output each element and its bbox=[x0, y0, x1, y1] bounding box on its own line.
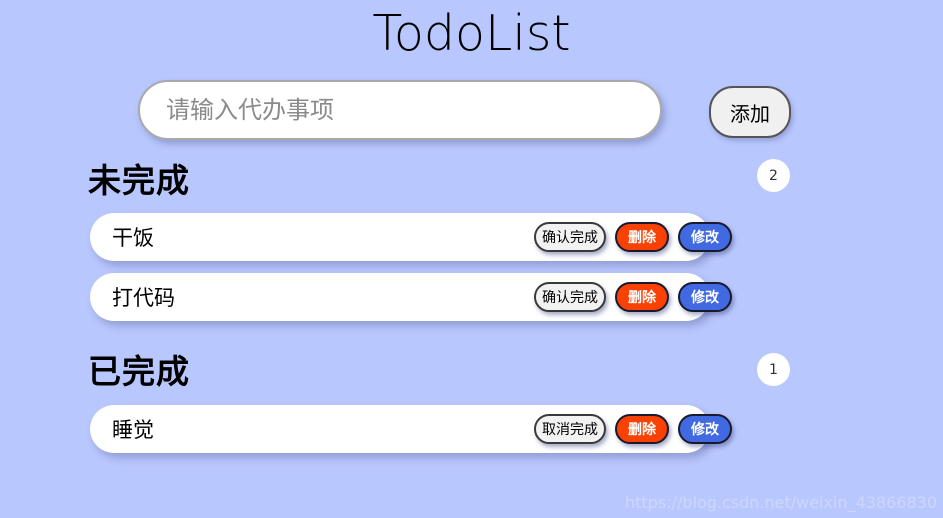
task-label: 睡觉 bbox=[112, 418, 154, 442]
new-todo-row: 添加 bbox=[138, 80, 810, 144]
delete-task-button[interactable]: 删除 bbox=[615, 414, 669, 444]
add-todo-button[interactable]: 添加 bbox=[709, 86, 791, 138]
done-count-badge: 1 bbox=[757, 353, 790, 386]
page-title: TodoList bbox=[372, 5, 571, 62]
task-actions: 确认完成 删除 修改 bbox=[534, 222, 732, 252]
todolist-app: TodoList 添加 未完成 2 干饭 确认完成 删除 修改 打代码 确认完成… bbox=[0, 0, 943, 518]
edit-task-button[interactable]: 修改 bbox=[678, 282, 732, 312]
edit-task-button[interactable]: 修改 bbox=[678, 222, 732, 252]
toggle-complete-button[interactable]: 取消完成 bbox=[534, 414, 606, 444]
task-label: 打代码 bbox=[112, 286, 175, 310]
section-header-done: 已完成 bbox=[88, 352, 190, 391]
section-header-pending: 未完成 bbox=[88, 161, 190, 200]
table-row[interactable]: 睡觉 取消完成 删除 修改 bbox=[90, 405, 732, 453]
table-row[interactable]: 打代码 确认完成 删除 修改 bbox=[90, 273, 732, 321]
delete-task-button[interactable]: 删除 bbox=[615, 282, 669, 312]
table-row[interactable]: 干饭 确认完成 删除 修改 bbox=[90, 213, 732, 261]
toggle-complete-button[interactable]: 确认完成 bbox=[534, 222, 606, 252]
task-label: 干饭 bbox=[112, 226, 154, 250]
new-todo-input[interactable] bbox=[138, 80, 662, 140]
watermark-text: https://blog.csdn.net/weixin_43866830 bbox=[624, 493, 937, 512]
task-actions: 确认完成 删除 修改 bbox=[534, 282, 732, 312]
pending-count-badge: 2 bbox=[757, 159, 790, 192]
toggle-complete-button[interactable]: 确认完成 bbox=[534, 282, 606, 312]
edit-task-button[interactable]: 修改 bbox=[678, 414, 732, 444]
delete-task-button[interactable]: 删除 bbox=[615, 222, 669, 252]
task-actions: 取消完成 删除 修改 bbox=[534, 414, 732, 444]
